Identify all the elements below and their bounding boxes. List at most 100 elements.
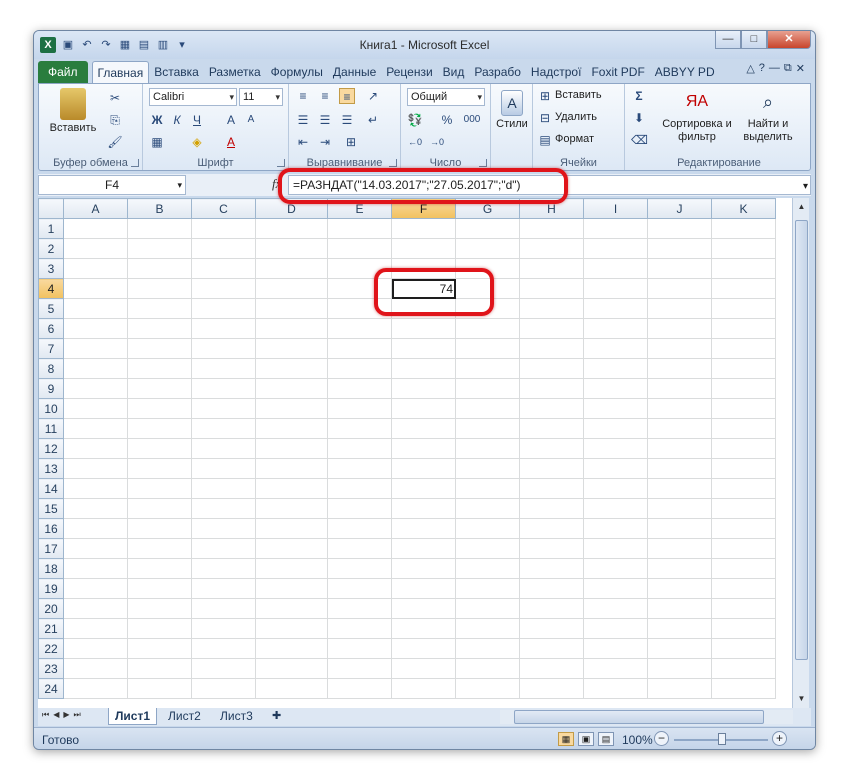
cell-f2[interactable] [391, 238, 456, 259]
align-middle-icon[interactable]: ≡ [317, 88, 333, 104]
italic-button[interactable]: К [169, 112, 185, 128]
cell-a16[interactable] [63, 518, 128, 539]
font-launcher[interactable] [277, 159, 285, 167]
cell-e20[interactable] [327, 598, 392, 619]
cell-c12[interactable] [191, 438, 256, 459]
cell-i19[interactable] [583, 578, 648, 599]
cell-c7[interactable] [191, 338, 256, 359]
cell-j17[interactable] [647, 538, 712, 559]
cell-j1[interactable] [647, 218, 712, 239]
cell-k17[interactable] [711, 538, 776, 559]
cell-a4[interactable] [63, 278, 128, 299]
cell-d17[interactable] [255, 538, 328, 559]
row-header-14[interactable]: 14 [38, 478, 64, 499]
cell-b10[interactable] [127, 398, 192, 419]
align-center-icon[interactable]: ☰ [317, 112, 333, 128]
tab-review[interactable]: Рецензи [381, 61, 437, 83]
sheet-tab-1[interactable]: Лист1 [108, 708, 158, 725]
insert-cells-icon[interactable]: ⊞ [537, 88, 553, 104]
cell-h5[interactable] [519, 298, 584, 319]
column-header-b[interactable]: B [127, 198, 192, 219]
cell-c14[interactable] [191, 478, 256, 499]
spreadsheet-grid[interactable]: ABCDEFGHIJK 1 2 3 4 74 5 6 7 8 9 10 11 12 13 14 15 16 17 1… [38, 198, 792, 708]
minimize-ribbon-icon[interactable]: △ [746, 62, 754, 75]
cell-g9[interactable] [455, 378, 520, 399]
cell-e24[interactable] [327, 678, 392, 699]
cell-a5[interactable] [63, 298, 128, 319]
row-header-1[interactable]: 1 [38, 218, 64, 239]
cell-a2[interactable] [63, 238, 128, 259]
cell-b4[interactable] [127, 278, 192, 299]
cell-d2[interactable] [255, 238, 328, 259]
cell-i16[interactable] [583, 518, 648, 539]
cell-c6[interactable] [191, 318, 256, 339]
cell-d14[interactable] [255, 478, 328, 499]
cell-d7[interactable] [255, 338, 328, 359]
cell-h1[interactable] [519, 218, 584, 239]
cell-g4[interactable] [455, 278, 520, 299]
cell-h7[interactable] [519, 338, 584, 359]
cell-c15[interactable] [191, 498, 256, 519]
row-header-10[interactable]: 10 [38, 398, 64, 419]
clipboard-launcher[interactable] [131, 159, 139, 167]
bold-button[interactable]: Ж [149, 112, 165, 128]
cell-d21[interactable] [255, 618, 328, 639]
align-bottom-icon[interactable]: ≡ [339, 88, 355, 104]
cell-k19[interactable] [711, 578, 776, 599]
align-right-icon[interactable]: ☰ [339, 112, 355, 128]
next-sheet-icon[interactable]: ▶ [63, 710, 69, 720]
column-header-i[interactable]: I [583, 198, 648, 219]
cell-j8[interactable] [647, 358, 712, 379]
font-size-combo[interactable]: 11 [239, 88, 283, 106]
cell-g10[interactable] [455, 398, 520, 419]
cell-e2[interactable] [327, 238, 392, 259]
cell-d11[interactable] [255, 418, 328, 439]
cell-b18[interactable] [127, 558, 192, 579]
number-format-combo[interactable]: Общий [407, 88, 485, 106]
select-all-corner[interactable] [38, 198, 64, 219]
cell-i23[interactable] [583, 658, 648, 679]
cell-a13[interactable] [63, 458, 128, 479]
cell-f1[interactable] [391, 218, 456, 239]
cell-a1[interactable] [63, 218, 128, 239]
cell-h11[interactable] [519, 418, 584, 439]
cell-a20[interactable] [63, 598, 128, 619]
cell-k21[interactable] [711, 618, 776, 639]
cell-e19[interactable] [327, 578, 392, 599]
cell-a15[interactable] [63, 498, 128, 519]
fill-color-icon[interactable]: ◈ [189, 134, 205, 150]
cell-c22[interactable] [191, 638, 256, 659]
cell-b5[interactable] [127, 298, 192, 319]
cell-k4[interactable] [711, 278, 776, 299]
font-name-combo[interactable]: Calibri [149, 88, 237, 106]
maximize-button[interactable]: □ [741, 31, 767, 49]
cell-g12[interactable] [455, 438, 520, 459]
cell-h16[interactable] [519, 518, 584, 539]
column-header-j[interactable]: J [647, 198, 712, 219]
cell-h2[interactable] [519, 238, 584, 259]
cell-j6[interactable] [647, 318, 712, 339]
cell-a17[interactable] [63, 538, 128, 559]
column-header-h[interactable]: H [519, 198, 584, 219]
cell-g22[interactable] [455, 638, 520, 659]
cell-j21[interactable] [647, 618, 712, 639]
cell-k18[interactable] [711, 558, 776, 579]
cell-a3[interactable] [63, 258, 128, 279]
cell-i15[interactable] [583, 498, 648, 519]
borders-icon[interactable]: ▦ [149, 134, 165, 150]
cell-k16[interactable] [711, 518, 776, 539]
cell-j16[interactable] [647, 518, 712, 539]
cell-j11[interactable] [647, 418, 712, 439]
cell-f6[interactable] [391, 318, 456, 339]
row-header-11[interactable]: 11 [38, 418, 64, 439]
cell-i21[interactable] [583, 618, 648, 639]
insert-cells-button[interactable]: Вставить [555, 89, 602, 101]
row-header-9[interactable]: 9 [38, 378, 64, 399]
prev-sheet-icon[interactable]: ◀ [53, 710, 59, 720]
cell-k2[interactable] [711, 238, 776, 259]
cell-g1[interactable] [455, 218, 520, 239]
cell-e16[interactable] [327, 518, 392, 539]
cell-e4[interactable] [327, 278, 392, 299]
cell-k12[interactable] [711, 438, 776, 459]
column-header-d[interactable]: D [255, 198, 328, 219]
